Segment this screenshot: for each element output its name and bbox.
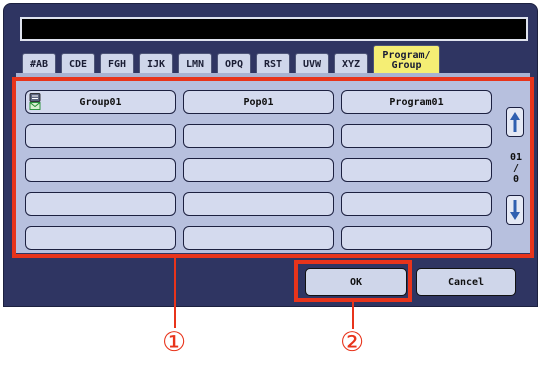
- highlight-box-ok: [294, 260, 412, 302]
- cancel-button[interactable]: Cancel: [416, 268, 516, 296]
- input-display: [20, 17, 528, 41]
- callout-line-2: [352, 302, 354, 329]
- callout-line-1: [174, 258, 176, 328]
- tab-ab[interactable]: #AB: [22, 53, 56, 75]
- tab-ijk[interactable]: IJK: [139, 53, 173, 75]
- tab-fgh[interactable]: FGH: [100, 53, 134, 75]
- highlight-box-destinations: [12, 77, 534, 258]
- tab-program-group[interactable]: Program/ Group: [373, 45, 440, 75]
- tab-cde[interactable]: CDE: [61, 53, 95, 75]
- callout-number-2: ②: [340, 327, 365, 358]
- tab-uvw[interactable]: UVW: [295, 53, 329, 75]
- tab-lmn[interactable]: LMN: [178, 53, 212, 75]
- tab-opq[interactable]: OPQ: [217, 53, 251, 75]
- tab-rst[interactable]: RST: [256, 53, 290, 75]
- tab-xyz[interactable]: XYZ: [334, 53, 368, 75]
- callout-number-1: ①: [162, 327, 187, 358]
